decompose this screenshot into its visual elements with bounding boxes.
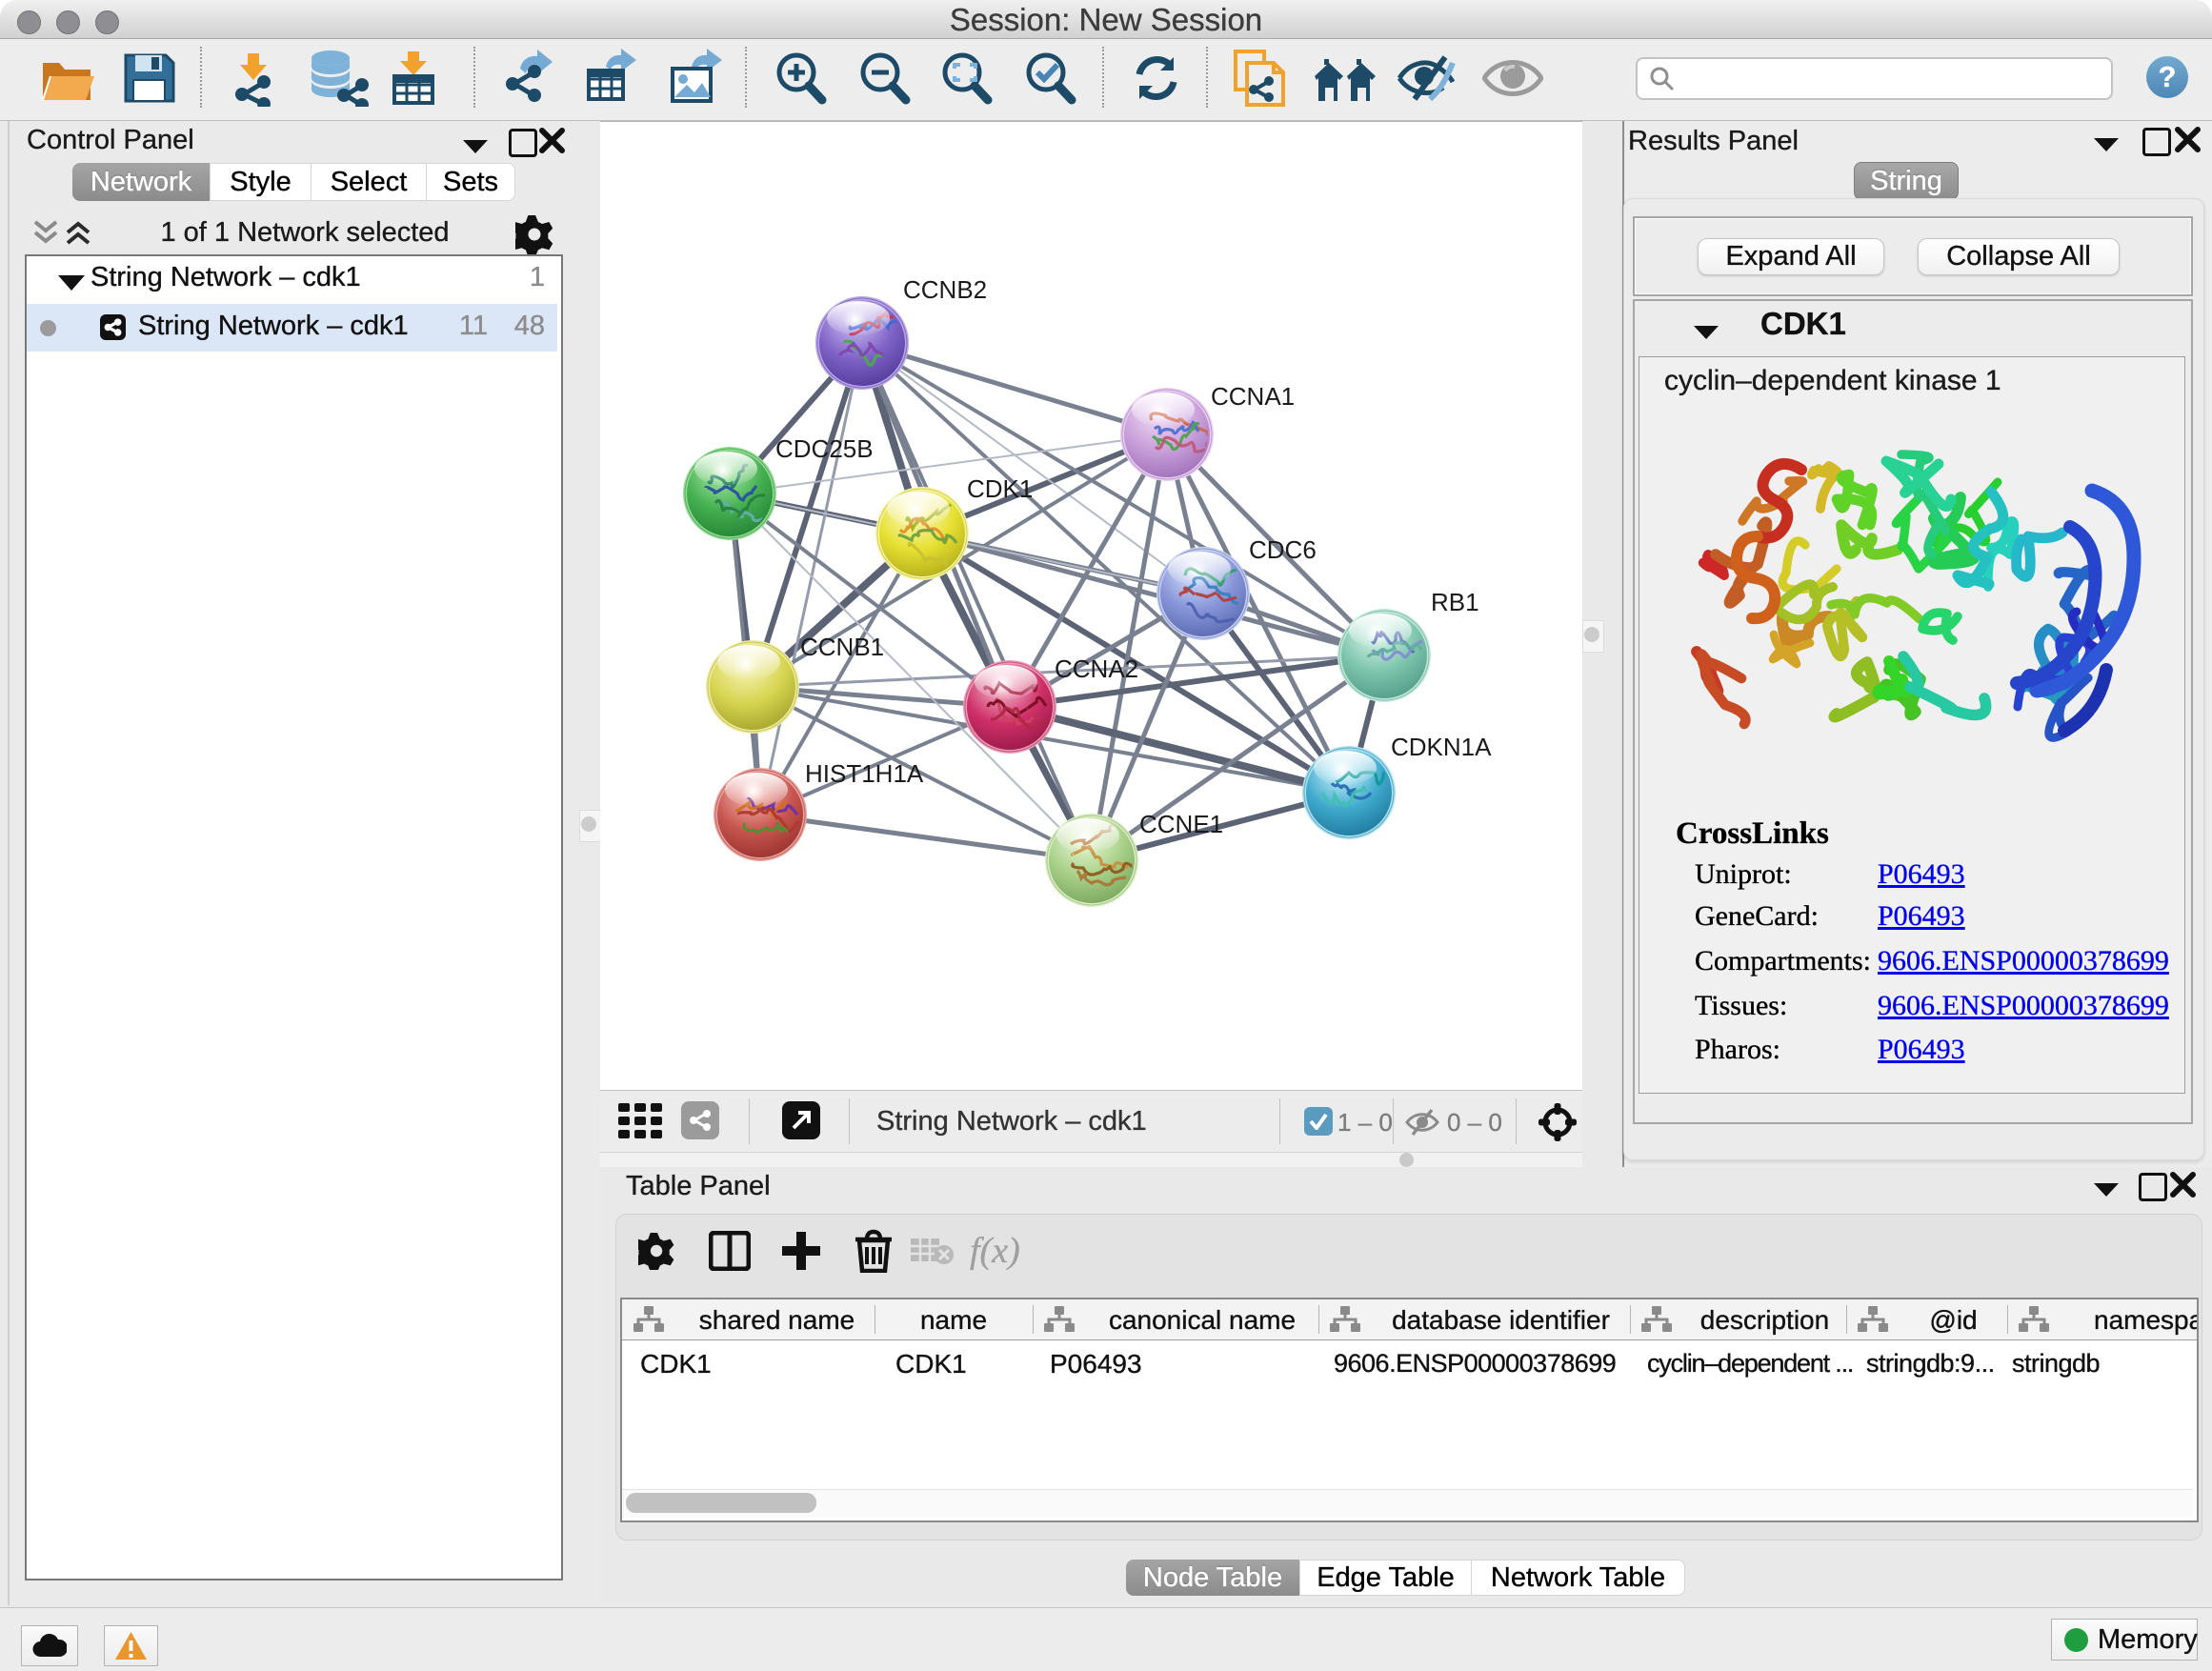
- svg-text:RB1: RB1: [1431, 588, 1479, 616]
- svg-text:CDC25B: CDC25B: [775, 434, 874, 463]
- svg-text:CCNB1: CCNB1: [800, 633, 884, 661]
- svg-text:CDKN1A: CDKN1A: [1391, 733, 1492, 761]
- svg-text:CCNB2: CCNB2: [903, 275, 987, 304]
- svg-text:CDK1: CDK1: [967, 474, 1033, 503]
- svg-text:CCNA1: CCNA1: [1211, 382, 1295, 411]
- svg-text:CCNA2: CCNA2: [1055, 654, 1138, 683]
- svg-text:CDC6: CDC6: [1249, 535, 1317, 564]
- svg-text:HIST1H1A: HIST1H1A: [805, 759, 924, 788]
- svg-text:CCNE1: CCNE1: [1139, 810, 1223, 838]
